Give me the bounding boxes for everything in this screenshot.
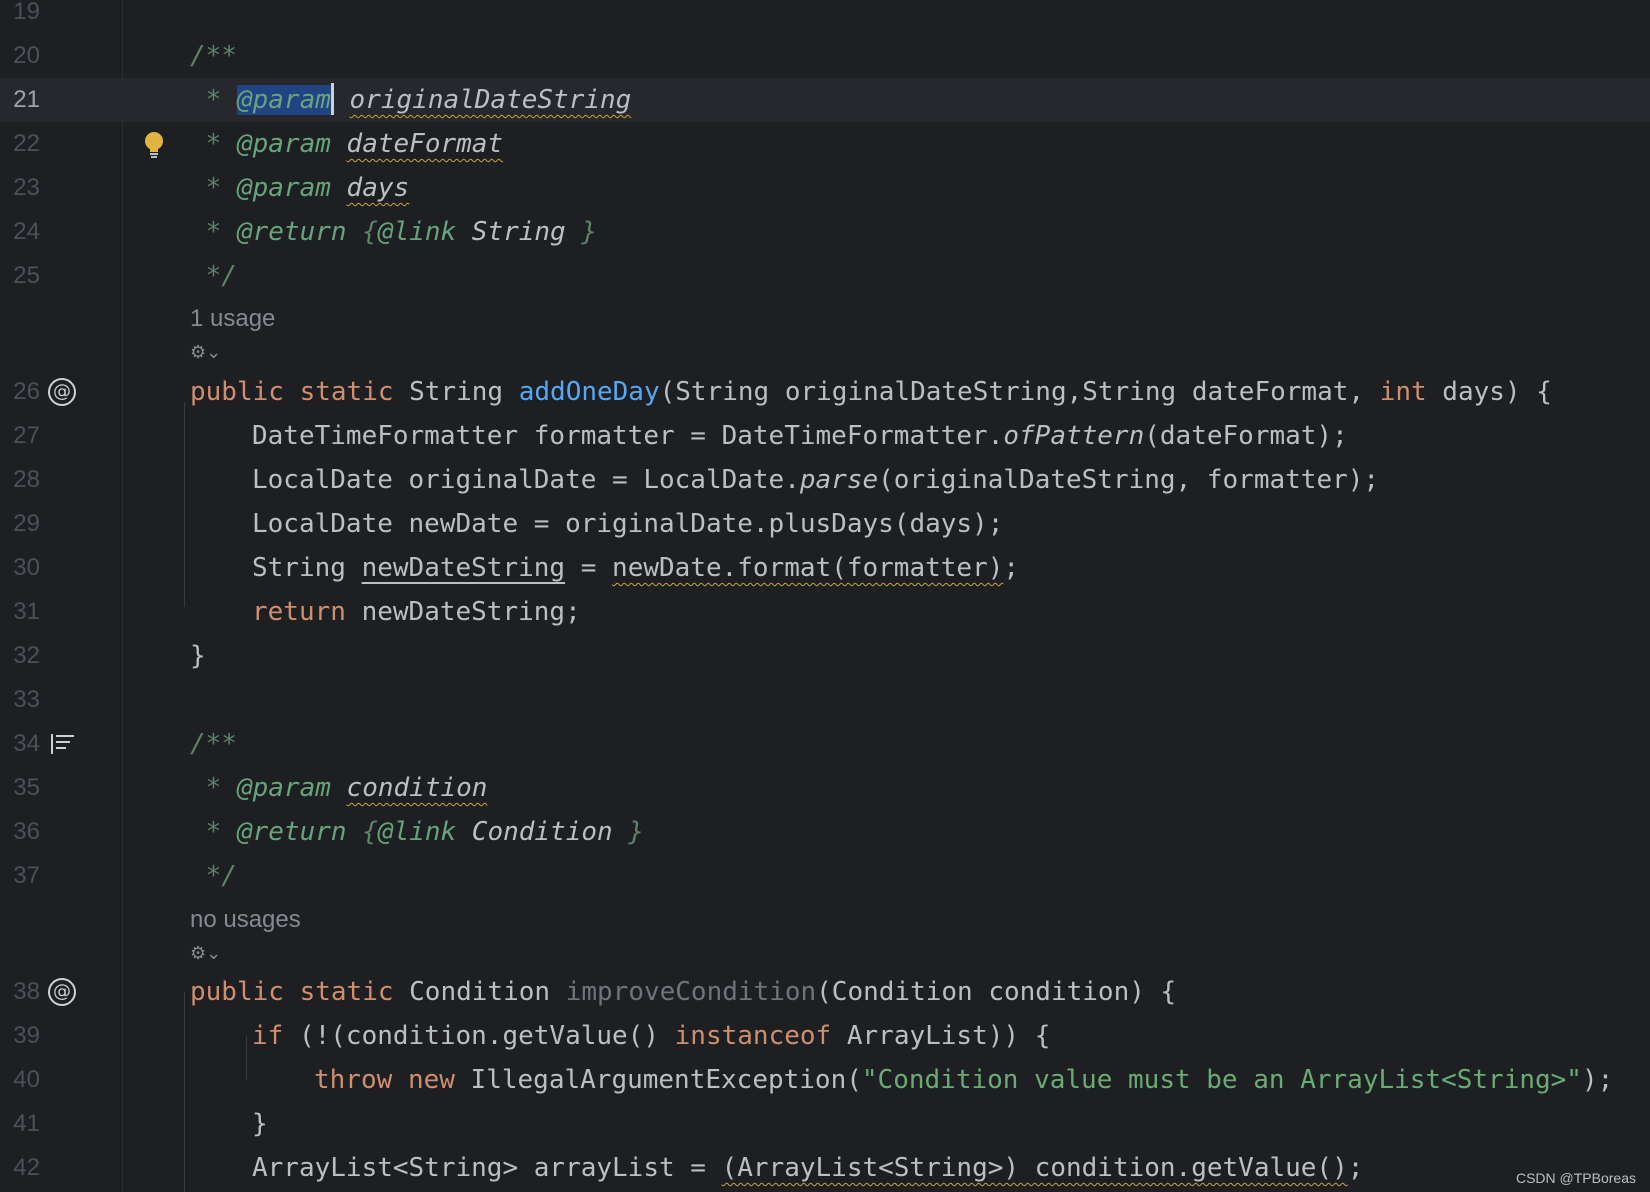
- usages-hint[interactable]: 1 usage: [190, 302, 275, 336]
- line-number: 19: [13, 0, 40, 25]
- code-line: 30 String newDateString = newDate.format…: [0, 546, 1650, 590]
- ai-assistant-icon[interactable]: ⚙⌄: [190, 338, 221, 368]
- line-number: 39: [13, 1022, 40, 1049]
- doc-param-line: * @param originalDateString: [190, 78, 631, 122]
- string-literal: "Condition value must be an ArrayList<St…: [861, 1065, 1582, 1095]
- param-name: days: [346, 173, 410, 203]
- doc-return-line: * @return {@link String }: [190, 217, 598, 247]
- line-number: 25: [13, 262, 40, 289]
- code-line: 25 */: [0, 254, 1650, 298]
- param-name: condition: [346, 773, 488, 803]
- code-line: 20 /**: [0, 34, 1650, 78]
- method-signature: public static Condition improveCondition…: [190, 977, 1177, 1007]
- usages-hint[interactable]: no usages: [190, 903, 301, 937]
- ai-assistant-icon[interactable]: ⚙⌄: [190, 939, 221, 969]
- method-name: addOneDay: [518, 377, 660, 407]
- method-signature: public static String addOneDay(String or…: [190, 377, 1552, 407]
- code-line: 40 throw new IllegalArgumentException("C…: [0, 1058, 1650, 1102]
- doc-param-line: * @param condition: [190, 773, 488, 803]
- line-number: 33: [13, 686, 40, 713]
- code-line-current: 21 * @param originalDateString: [0, 78, 1650, 122]
- line-number: 30: [13, 554, 40, 581]
- code-line: 29 LocalDate newDate = originalDate.plus…: [0, 502, 1650, 546]
- doc-comment-close: */: [190, 261, 237, 291]
- code-line: 24 * @return {@link String }: [0, 210, 1650, 254]
- code-line: 36 * @return {@link Condition }: [0, 810, 1650, 854]
- line-number: 20: [13, 42, 40, 69]
- line-number: 27: [13, 422, 40, 449]
- line-number: 28: [13, 466, 40, 493]
- line-number: 29: [13, 510, 40, 537]
- line-number: 34: [13, 730, 40, 757]
- line-number: 23: [13, 174, 40, 201]
- at-sign-icon[interactable]: @: [48, 378, 76, 406]
- line-number: 41: [13, 1110, 40, 1137]
- code-line: 31 return newDateString;: [0, 590, 1650, 634]
- doc-comment-close: */: [190, 861, 237, 891]
- lightbulb-icon[interactable]: [143, 131, 165, 159]
- line-number: 22: [13, 130, 40, 157]
- doc-comment-open: /**: [190, 41, 237, 71]
- watermark: CSDN @TPBoreas: [1515, 1170, 1636, 1186]
- at-sign-icon[interactable]: @: [48, 978, 76, 1006]
- code-line: 26 @ public static String addOneDay(Stri…: [0, 370, 1650, 414]
- code-line: 39 if (!(condition.getValue() instanceof…: [0, 1014, 1650, 1058]
- doc-return-line: * @return {@link Condition }: [190, 817, 644, 847]
- doc-comment-open: /**: [190, 729, 237, 759]
- code-line: 38 @ public static Condition improveCond…: [0, 970, 1650, 1014]
- code-line: 22 * @param dateFormat: [0, 122, 1650, 166]
- doc-param-line: * @param dateFormat: [190, 129, 504, 159]
- line-number: 32: [13, 642, 40, 669]
- code-line: 35 * @param condition: [0, 766, 1650, 810]
- code-line: 23 * @param days: [0, 166, 1650, 210]
- line-number: 36: [13, 818, 40, 845]
- code-editor[interactable]: 19 20 /** 21 * @param originalDateString…: [0, 0, 1650, 1192]
- line-number: 31: [13, 598, 40, 625]
- line-number: 26: [13, 378, 40, 405]
- reader-mode-icon[interactable]: [50, 733, 76, 755]
- line-number: 40: [13, 1066, 40, 1093]
- code-line: 37 */: [0, 854, 1650, 898]
- code-line: 27 DateTimeFormatter formatter = DateTim…: [0, 414, 1650, 458]
- line-number: 42: [13, 1154, 40, 1181]
- code-line: 34 /**: [0, 722, 1650, 766]
- line-number: 35: [13, 774, 40, 801]
- code-line: 33: [0, 678, 1650, 722]
- code-line: 28 LocalDate originalDate = LocalDate.pa…: [0, 458, 1650, 502]
- param-name: originalDateString: [349, 85, 632, 115]
- method-name: improveCondition: [565, 977, 817, 1007]
- code-line: 32 }: [0, 634, 1650, 678]
- line-number: 21: [13, 86, 40, 113]
- code-line: 19: [0, 0, 1650, 34]
- code-line: 42 ArrayList<String> arrayList = (ArrayL…: [0, 1146, 1650, 1190]
- param-name: dateFormat: [346, 129, 504, 159]
- line-number: 38: [13, 978, 40, 1005]
- line-number: 24: [13, 218, 40, 245]
- selected-text: @param: [236, 85, 331, 115]
- code-line: 41 }: [0, 1102, 1650, 1146]
- doc-param-line: * @param days: [190, 173, 410, 203]
- line-number: 37: [13, 862, 40, 889]
